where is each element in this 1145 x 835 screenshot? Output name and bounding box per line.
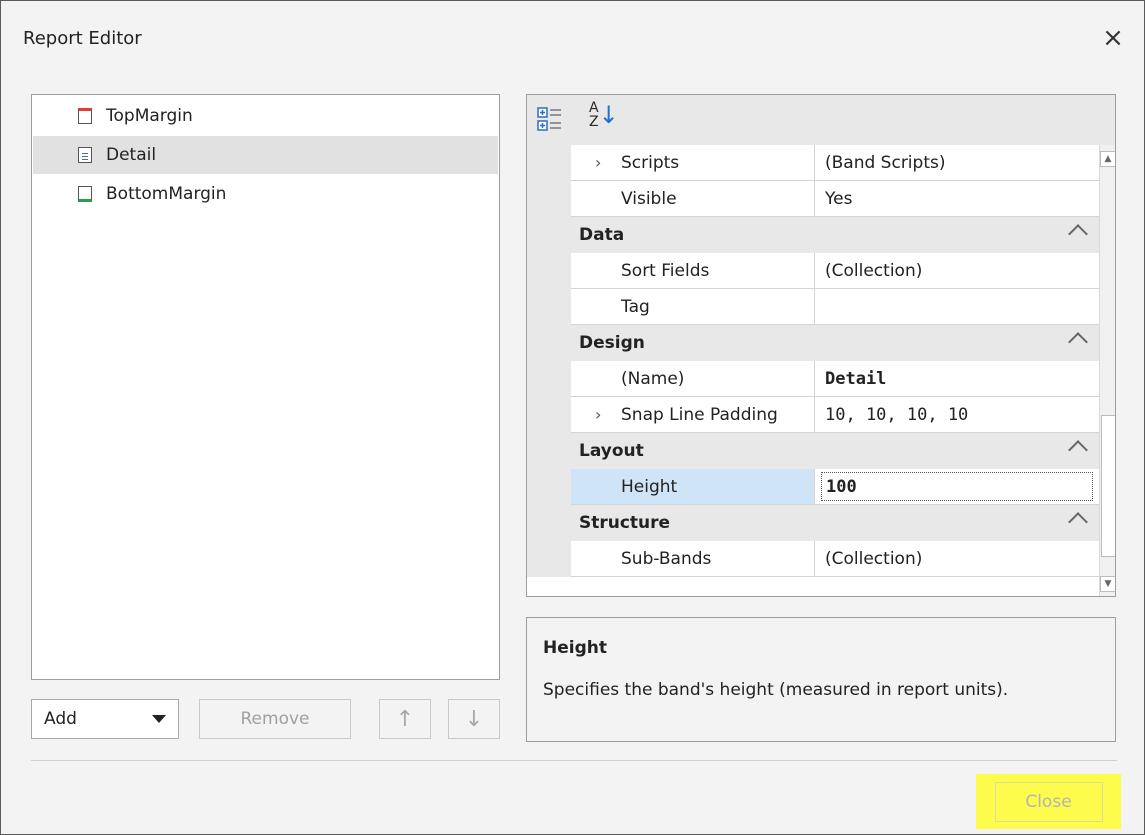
property-row-sub-bands[interactable]: Sub-Bands (Collection)	[527, 541, 1099, 577]
divider	[31, 760, 1117, 761]
add-dropdown[interactable]: Add	[31, 699, 179, 739]
description-text: Specifies the band's height (measured in…	[543, 680, 1009, 700]
property-value: (Collection)	[825, 548, 923, 569]
move-up-button[interactable]: ↑	[379, 699, 431, 739]
remove-button[interactable]: Remove	[199, 699, 351, 739]
categorized-icon	[537, 107, 561, 131]
property-row-tag[interactable]: Tag	[527, 289, 1099, 325]
property-row-sort-fields[interactable]: Sort Fields (Collection)	[527, 253, 1099, 289]
category-label: Layout	[579, 441, 644, 461]
chevron-right-icon[interactable]: ›	[595, 153, 601, 172]
tree-item-bottommargin[interactable]: BottomMargin	[33, 175, 498, 213]
collapse-icon[interactable]	[1068, 440, 1088, 460]
tree-item-topmargin[interactable]: TopMargin	[33, 97, 498, 135]
category-label: Design	[579, 333, 645, 353]
property-row-snap-line-padding[interactable]: › Snap Line Padding 10, 10, 10, 10	[527, 397, 1099, 433]
property-name: Visible	[621, 188, 677, 209]
property-name: Snap Line Padding	[621, 404, 778, 425]
tree-item-detail[interactable]: Detail	[33, 136, 498, 174]
tree-item-label: Detail	[106, 145, 157, 165]
sort-alphabetical-icon: AZ	[589, 100, 599, 130]
property-description-panel: Height Specifies the band's height (meas…	[526, 617, 1116, 742]
property-name: Height	[621, 476, 678, 497]
chevron-down-icon	[152, 715, 166, 723]
property-grid[interactable]: A Z↓ › Scripts (Band Scripts) Visible Yes	[526, 94, 1116, 597]
categorized-view-button[interactable]	[535, 105, 565, 135]
arrow-down-icon: ↓	[464, 706, 484, 732]
property-name: (Name)	[621, 368, 685, 389]
collapse-icon[interactable]	[1068, 512, 1088, 532]
report-editor-window: Report Editor × TopMargin Detail BottomM…	[0, 0, 1145, 835]
property-name: Tag	[621, 296, 650, 317]
property-name: Scripts	[621, 152, 680, 173]
window-title: Report Editor	[23, 28, 142, 49]
property-value: Yes	[825, 188, 853, 209]
category-structure[interactable]: Structure	[527, 505, 1099, 541]
add-dropdown-label: Add	[44, 709, 77, 729]
top-margin-band-icon	[78, 108, 92, 124]
property-value: 10, 10, 10, 10	[825, 404, 969, 425]
property-value: Detail	[825, 368, 887, 389]
property-grid-scrollbar[interactable]: ▲ ▼	[1099, 145, 1115, 596]
band-tree[interactable]: TopMargin Detail BottomMargin	[31, 94, 500, 680]
category-label: Data	[579, 225, 625, 245]
category-design[interactable]: Design	[527, 325, 1099, 361]
property-value: 100	[826, 476, 857, 497]
property-row-height[interactable]: Height 100	[527, 469, 1099, 505]
property-name: Sort Fields	[621, 260, 710, 281]
description-title: Height	[543, 638, 607, 658]
scroll-down-icon[interactable]: ▼	[1100, 576, 1115, 592]
move-down-button[interactable]: ↓	[448, 699, 500, 739]
category-layout[interactable]: Layout	[527, 433, 1099, 469]
scrollbar-thumb[interactable]	[1101, 415, 1115, 557]
tree-item-label: TopMargin	[106, 106, 193, 126]
close-button[interactable]: Close	[994, 781, 1103, 822]
close-icon[interactable]: ×	[1098, 23, 1128, 53]
scroll-up-icon[interactable]: ▲	[1100, 151, 1115, 167]
close-button-highlight: Close	[976, 774, 1121, 829]
property-name: Sub-Bands	[621, 548, 712, 569]
detail-band-icon	[78, 147, 92, 163]
alphabetical-view-button[interactable]: A Z↓	[589, 101, 619, 131]
table-row	[527, 133, 1099, 145]
bottom-margin-band-icon	[78, 186, 92, 202]
arrow-up-icon: ↑	[395, 706, 415, 732]
property-value: (Collection)	[825, 260, 923, 281]
property-value: (Band Scripts)	[825, 152, 946, 173]
property-row-name[interactable]: (Name) Detail	[527, 361, 1099, 397]
collapse-icon[interactable]	[1068, 224, 1088, 244]
tree-item-label: BottomMargin	[106, 184, 227, 204]
category-label: Structure	[579, 513, 671, 533]
property-row-scripts[interactable]: › Scripts (Band Scripts)	[527, 145, 1099, 181]
height-value-input[interactable]: 100	[821, 472, 1093, 501]
collapse-icon[interactable]	[1068, 332, 1088, 352]
property-row-visible[interactable]: Visible Yes	[527, 181, 1099, 217]
chevron-right-icon[interactable]: ›	[595, 405, 601, 424]
category-data[interactable]: Data	[527, 217, 1099, 253]
